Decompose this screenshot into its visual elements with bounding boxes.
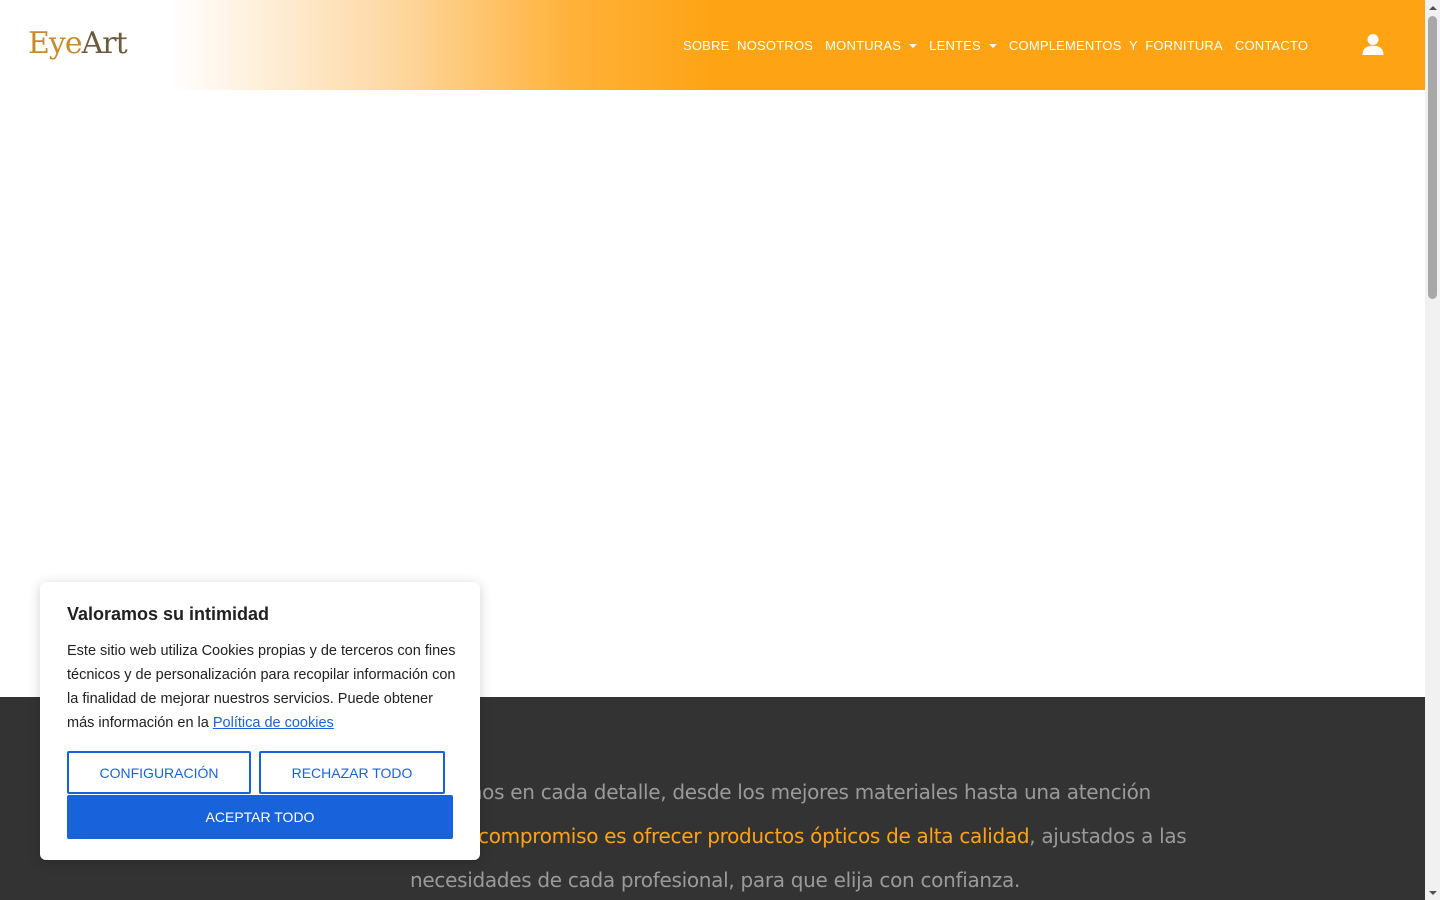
mission-highlight: compromiso es ofrecer productos ópticos … [478, 824, 1030, 848]
user-icon[interactable] [1361, 32, 1385, 56]
cookie-title: Valoramos su intimidad [67, 604, 270, 624]
cookie-policy-link[interactable]: Política de cookies [213, 715, 334, 731]
cookie-reject-button[interactable]: RECHAZAR TODO [259, 751, 445, 794]
cookie-accept-button[interactable]: ACEPTAR TODO [67, 795, 453, 839]
cookie-consent-panel: Valoramos su intimidad Este sitio web ut… [40, 582, 480, 860]
nav-item-contacto[interactable]: CONTACTO [1235, 38, 1308, 53]
nav-item-monturas[interactable]: MONTURAS [825, 37, 918, 53]
mission-text: mos en cada detalle, desde los mejores m… [410, 770, 1210, 900]
nav-label: SOBRE NOSOTROS [683, 37, 814, 53]
scroll-down-arrow-icon[interactable] [1425, 885, 1440, 900]
logo-art-text: Art [81, 26, 128, 61]
mission-line-3: necesidades de cada profesional, para qu… [410, 868, 1021, 892]
nav-item-lentes[interactable]: LENTES [929, 38, 997, 53]
vertical-scrollbar[interactable] [1425, 0, 1440, 900]
nav-item-complementos[interactable]: COMPLEMENTOS Y FORNITURA [1009, 38, 1223, 53]
mission-line-2: , ajustados a las [1029, 824, 1187, 848]
chevron-down-icon [988, 42, 997, 50]
eyeart-logo[interactable]: EyeArt [28, 24, 128, 64]
cookie-config-button[interactable]: CONFIGURACIÓN [67, 751, 251, 794]
cookie-description: Este sitio web utiliza Cookies propias y… [67, 639, 457, 735]
main-nav: SOBRE NOSOTROS MONTURAS LENTES COMPLEMEN… [683, 0, 1308, 90]
scroll-up-arrow-icon[interactable] [1425, 0, 1440, 15]
nav-label: CONTACTO [1234, 37, 1309, 53]
site-header: EyeArt SOBRE NOSOTROS MONTURAS LENTES CO… [0, 0, 1425, 90]
nav-label: MONTURAS [825, 37, 902, 53]
chevron-down-icon [909, 42, 918, 50]
scrollbar-thumb[interactable] [1428, 16, 1437, 299]
nav-item-sobre-nosotros[interactable]: SOBRE NOSOTROS [683, 38, 813, 53]
nav-label: LENTES [929, 37, 981, 53]
logo-eye-text: Eye [28, 26, 83, 61]
nav-label: COMPLEMENTOS Y FORNITURA [1008, 37, 1223, 53]
mission-line-1: mos en cada detalle, desde los mejores m… [463, 780, 1151, 804]
